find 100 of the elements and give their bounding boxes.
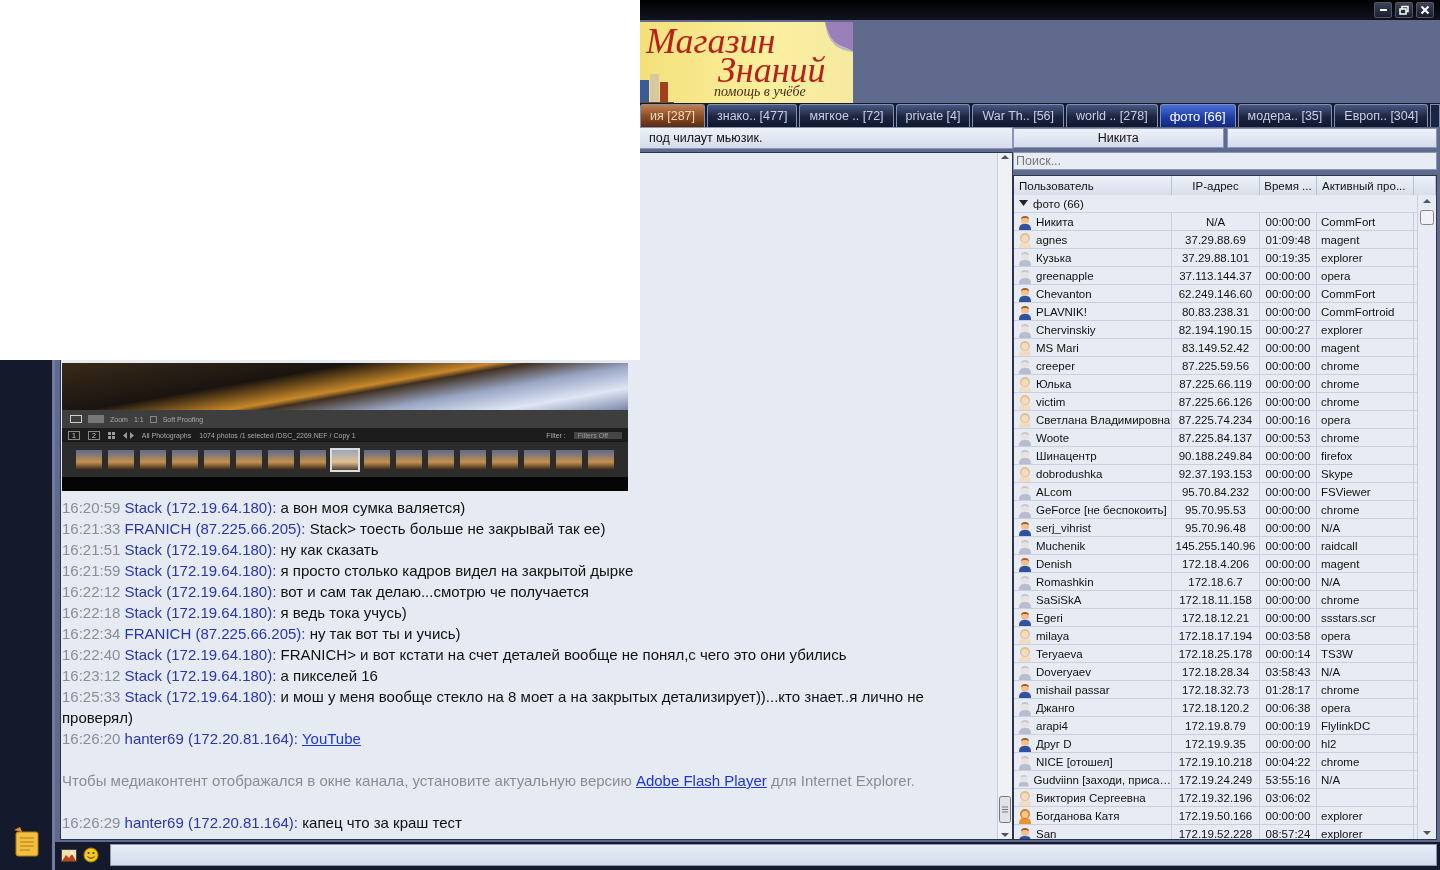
channel-tab[interactable]: ия [287] — [640, 104, 706, 127]
search-field[interactable]: Поиск... — [1013, 152, 1437, 170]
user-name[interactable]: Джанго — [1036, 701, 1075, 714]
checkbox[interactable] — [149, 415, 157, 423]
user-name[interactable]: ALcom — [1036, 485, 1072, 498]
notepad-icon — [12, 826, 40, 858]
thumbnail[interactable] — [74, 447, 104, 472]
user-name[interactable]: SaSiSkA — [1036, 593, 1082, 606]
user-name[interactable]: serj_vihrist — [1036, 521, 1091, 534]
user-name[interactable]: San — [1036, 827, 1057, 839]
user-name[interactable]: dobrodushka — [1036, 467, 1103, 480]
message-input[interactable] — [110, 844, 1437, 866]
user-name[interactable]: Egeri — [1036, 611, 1063, 624]
minimize-button[interactable] — [1374, 2, 1392, 18]
user-name[interactable]: GeForce [не беспокоить] — [1036, 503, 1167, 516]
channel-tab[interactable]: мягкое .. [72] — [799, 104, 894, 127]
male-user-icon — [1018, 717, 1032, 734]
user-name[interactable]: PLAVNIK! — [1036, 305, 1087, 318]
link[interactable]: YouTube — [301, 730, 361, 747]
logo-tagline: помощь в учёбе — [714, 84, 806, 100]
user-name[interactable]: Chevanton — [1036, 287, 1092, 300]
thumbnail[interactable] — [362, 447, 392, 472]
thumbnail[interactable] — [234, 447, 264, 472]
user-name[interactable]: Никита — [1036, 215, 1074, 228]
link[interactable]: Adobe Flash Player — [635, 772, 767, 789]
thumbnail[interactable] — [202, 447, 232, 472]
ip-address: 172.18.17.194 — [1172, 627, 1260, 644]
process-name: magent — [1317, 339, 1414, 356]
ip-address: 95.70.84.232 — [1172, 483, 1260, 500]
user-name[interactable]: Gudviinn [заходи, приса… — [1033, 773, 1171, 786]
user-name[interactable]: Muchenik — [1036, 539, 1086, 552]
user-name[interactable]: Богданова Катя — [1036, 809, 1120, 822]
user-name[interactable]: arapi4 — [1036, 719, 1068, 732]
thumbnail[interactable] — [426, 447, 456, 472]
male-user-icon — [1018, 573, 1032, 590]
process-name: Skype — [1317, 465, 1414, 482]
user-name[interactable]: MS Mari — [1036, 341, 1079, 354]
user-name[interactable]: Teryaeva — [1036, 647, 1083, 660]
channel-tab[interactable]: фото [66] — [1159, 104, 1236, 127]
user-name[interactable]: Шинацентр — [1036, 449, 1097, 462]
column-header[interactable]: Активный про... — [1317, 176, 1414, 195]
group-label: фото (66) — [1033, 197, 1084, 210]
channel-tab[interactable]: модера.. [35] — [1237, 104, 1333, 127]
user-name[interactable]: Виктория Сергеевна — [1036, 791, 1146, 804]
expand-arrow-icon[interactable] — [1019, 199, 1028, 208]
user-name[interactable]: Кузька — [1036, 251, 1072, 264]
user-name[interactable]: Юлька — [1036, 377, 1072, 390]
partial-tab[interactable] — [1430, 104, 1440, 127]
thumbnail[interactable] — [586, 447, 616, 472]
ip-address: 92.37.193.153 — [1172, 465, 1260, 482]
thumbnail[interactable] — [554, 447, 584, 472]
user-name[interactable]: Doveryaev — [1036, 665, 1091, 678]
close-icon — [1420, 5, 1430, 15]
process-name: CommFort — [1317, 213, 1414, 230]
male-user-icon — [1018, 537, 1032, 554]
user-name[interactable]: Chervinskiy — [1036, 323, 1096, 336]
close-button[interactable] — [1416, 2, 1434, 18]
user-name[interactable]: milaya — [1036, 629, 1070, 642]
user-name[interactable]: mishail passar — [1036, 683, 1110, 696]
thumbnail[interactable] — [266, 447, 296, 472]
thumbnail[interactable] — [458, 447, 488, 472]
channel-tab[interactable]: world .. [278] — [1066, 104, 1158, 127]
user-name[interactable]: Denish — [1036, 557, 1072, 570]
thumbnail[interactable] — [394, 447, 424, 472]
male-user-icon — [1018, 267, 1032, 284]
user-name[interactable]: Друг D — [1036, 737, 1072, 750]
ip-address: 172.18.25.178 — [1172, 645, 1260, 662]
online-time: 00:00:19 — [1260, 717, 1317, 734]
ip-address: 37.113.144.37 — [1172, 267, 1260, 284]
column-header[interactable]: Пользователь — [1014, 176, 1172, 195]
online-time: 00:00:00 — [1260, 447, 1317, 464]
user-name[interactable]: NICE [отошел] — [1036, 755, 1113, 768]
column-header[interactable]: Время ... — [1260, 176, 1317, 195]
user-name[interactable]: greenapple — [1036, 269, 1094, 282]
online-time: 00:00:16 — [1260, 411, 1317, 428]
channel-tab[interactable]: private [4] — [895, 104, 971, 127]
user-name[interactable]: Romashkin — [1036, 575, 1094, 588]
thumbnail[interactable] — [490, 447, 520, 472]
restore-button[interactable] — [1395, 2, 1413, 18]
channel-tab[interactable]: Европ.. [304] — [1334, 104, 1429, 127]
thumbnail[interactable] — [170, 447, 200, 472]
user-name[interactable]: Светлана Владимировна — [1036, 413, 1171, 426]
thumbnail[interactable] — [138, 447, 168, 472]
thumbnail[interactable] — [522, 447, 552, 472]
online-time: 00:00:00 — [1260, 303, 1317, 320]
user-name[interactable]: agnes — [1036, 233, 1068, 246]
ip-address: 83.149.52.42 — [1172, 339, 1260, 356]
female-user-icon — [1018, 393, 1032, 410]
user-name[interactable]: Woote — [1036, 431, 1070, 444]
thumbnail[interactable] — [298, 447, 328, 472]
thumbnail[interactable] — [106, 447, 136, 472]
ip-address: 172.19.10.218 — [1172, 753, 1260, 770]
channel-tab[interactable]: War Th.. [56] — [972, 104, 1065, 127]
arrows-icon — [122, 431, 134, 439]
chat-message: 16:20:59 Stack (172.19.64.180): а вон моя сумка валяется) — [62, 498, 467, 518]
ip-address: 172.18.12.21 — [1172, 609, 1260, 626]
column-header[interactable]: IP-адрес — [1172, 176, 1260, 195]
channel-tab[interactable]: знако.. [477] — [707, 104, 798, 127]
user-name[interactable]: creeper — [1036, 359, 1075, 372]
user-name[interactable]: victim — [1036, 395, 1066, 408]
